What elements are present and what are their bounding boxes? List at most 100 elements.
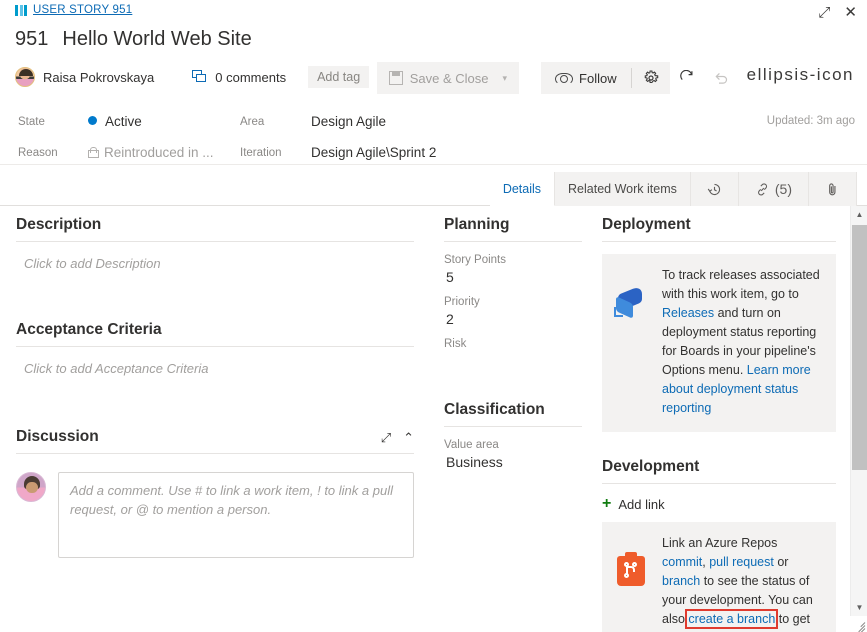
details-middle-column: Planning Story Points 5 Priority 2 Risk … (432, 206, 594, 481)
save-and-close-label: Save & Close (409, 70, 489, 86)
azure-pipelines-icon (614, 285, 650, 322)
divider (16, 241, 414, 242)
divider (444, 426, 582, 427)
development-info-card: Link an Azure Repos commit, pull request… (602, 522, 836, 632)
tab-attachments[interactable] (809, 172, 857, 206)
save-options-caret-icon[interactable]: ▾ (499, 73, 520, 84)
tab-details[interactable]: Details (489, 172, 556, 206)
acceptance-criteria-heading: Acceptance Criteria (16, 321, 162, 338)
reason-field-value: Reintroduced in ... (88, 145, 214, 160)
expand-icon[interactable]: ⤢ (818, 5, 830, 20)
branch-link[interactable]: branch (662, 574, 700, 588)
comment-input[interactable]: Add a comment. Use # to link a work item… (58, 472, 414, 558)
details-left-column: Description Click to add Description Acc… (0, 206, 432, 558)
value-area-label: Value area (444, 439, 499, 451)
refresh-button[interactable] (670, 62, 704, 94)
link-icon (757, 182, 767, 195)
add-tag-button[interactable]: Add tag (308, 66, 370, 88)
story-points-value[interactable]: 5 (446, 269, 582, 285)
add-link-label: Add link (618, 496, 665, 512)
refresh-icon (679, 70, 693, 81)
attachment-paperclip-icon (829, 182, 836, 195)
discussion-heading: Discussion (16, 428, 99, 445)
resize-grip[interactable] (852, 617, 866, 632)
vertical-scrollbar[interactable]: ▲ ▼ (850, 206, 867, 616)
tab-related-work-items[interactable]: Related Work items (555, 172, 691, 206)
work-item-id: 951 (15, 28, 49, 50)
work-item-fields: State Active Reason Reintroduced in ... … (0, 101, 867, 165)
more-actions-button[interactable]: ellipsis-icon (738, 65, 867, 91)
close-icon[interactable]: ✕ (844, 5, 857, 20)
tab-history[interactable] (690, 172, 739, 206)
development-text-3: or (773, 555, 789, 569)
state-field-value[interactable]: Active (88, 114, 142, 129)
avatar (15, 67, 35, 87)
area-field-value[interactable]: Design Agile (311, 114, 386, 129)
details-right-column: Deployment To track releases associated … (594, 206, 852, 632)
description-input[interactable]: Click to add Description (16, 254, 414, 321)
work-item-body: Description Click to add Description Acc… (0, 206, 867, 632)
window-controls: ⤢ ✕ (818, 5, 857, 20)
save-and-close-button[interactable]: Save & Close ▾ (376, 62, 520, 94)
classification-heading: Classification (444, 401, 545, 418)
work-item-toolbar: Save & Close ▾ Follow ellipsis-icon (376, 58, 867, 98)
story-points-label: Story Points (444, 254, 506, 266)
divider (602, 483, 836, 484)
work-item-title[interactable]: Hello World Web Site (62, 28, 251, 51)
assignee-name: Raisa Pokrovskaya (43, 69, 155, 85)
discussion-header: Discussion ⤢ ⌃ (16, 428, 414, 453)
follow-button[interactable]: Follow (541, 71, 631, 86)
iteration-field-value[interactable]: Design Agile\Sprint 2 (311, 145, 436, 160)
scrollbar-thumb[interactable] (852, 225, 867, 470)
pull-request-link[interactable]: pull request (709, 555, 774, 569)
deployment-heading: Deployment (602, 216, 691, 233)
comment-bubble-icon (192, 70, 208, 84)
deployment-info-card: To track releases associated with this w… (602, 254, 836, 432)
work-item-tabs: Details Related Work items (5) (0, 172, 867, 206)
breadcrumb-link[interactable]: USER STORY 951 (33, 4, 132, 16)
tab-related-work-items-label: Related Work items (568, 182, 677, 196)
save-disk-icon (388, 71, 403, 85)
reason-text: Reintroduced in ... (104, 145, 214, 160)
state-color-dot (88, 116, 97, 125)
page-title: 951 Hello World Web Site (15, 28, 252, 51)
gear-icon (644, 70, 658, 84)
area-field-label: Area (240, 116, 265, 128)
user-story-book-icon (15, 4, 27, 16)
scroll-up-button[interactable]: ▲ (851, 206, 867, 223)
settings-gear-button[interactable] (632, 70, 670, 86)
risk-value[interactable] (446, 353, 582, 359)
tab-links[interactable]: (5) (738, 172, 809, 206)
scroll-down-button[interactable]: ▼ (851, 599, 867, 616)
comment-composer: Add a comment. Use # to link a work item… (16, 466, 414, 558)
work-item-form: USER STORY 951 951 Hello World Web Site … (0, 0, 867, 632)
risk-label: Risk (444, 338, 467, 350)
releases-link[interactable]: Releases (662, 306, 714, 320)
development-info-text: Link an Azure Repos commit, pull request… (662, 534, 822, 632)
acceptance-criteria-input[interactable]: Click to add Acceptance Criteria (16, 359, 414, 428)
divider (444, 241, 582, 242)
tab-details-label: Details (502, 181, 542, 196)
planning-heading: Planning (444, 216, 510, 233)
divider (16, 453, 414, 454)
priority-label: Priority (444, 296, 480, 308)
assignee[interactable]: Raisa Pokrovskaya (15, 67, 154, 87)
discussion-collapse-chevron-icon[interactable]: ⌃ (403, 430, 414, 446)
development-heading: Development (602, 458, 700, 475)
development-text-1: Link an Azure Repos (662, 536, 778, 550)
description-heading: Description (16, 216, 102, 233)
work-item-meta-row: Raisa Pokrovskaya 0 comments Add tag (15, 66, 370, 88)
priority-value[interactable]: 2 (446, 311, 582, 327)
add-link-button[interactable]: + Add link (602, 496, 836, 512)
eye-icon (555, 72, 574, 85)
comments-count-button[interactable]: 0 comments (192, 70, 286, 85)
state-text: Active (105, 114, 142, 129)
create-a-branch-link[interactable]: create a branch (685, 609, 779, 629)
undo-button[interactable] (704, 62, 738, 94)
azure-repos-icon (614, 552, 650, 588)
discussion-expand-icon[interactable]: ⤢ (381, 430, 391, 446)
breadcrumb[interactable]: USER STORY 951 (15, 4, 132, 16)
commit-link[interactable]: commit (662, 555, 702, 569)
value-area-value[interactable]: Business (446, 454, 582, 470)
iteration-field-label: Iteration (240, 147, 282, 159)
